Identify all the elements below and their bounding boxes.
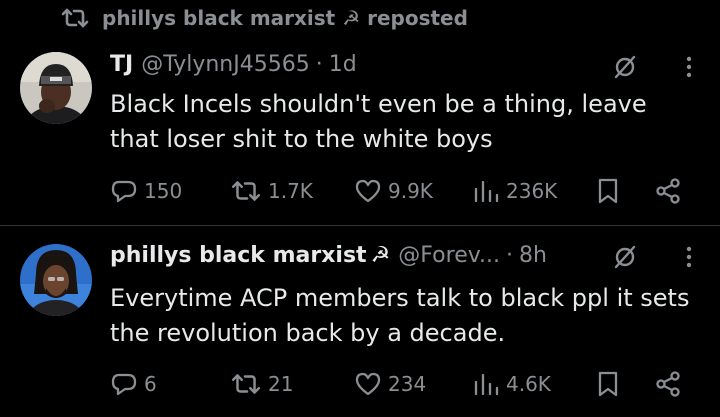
repost-label: phillys black marxist ☭ reposted	[102, 6, 468, 30]
repost-button[interactable]: 21	[230, 369, 293, 399]
separator-dot: ·	[506, 243, 514, 268]
author-name[interactable]: phillys black marxist	[110, 243, 367, 268]
repost-button[interactable]: 1.7K	[230, 176, 313, 206]
bookmark-icon	[596, 370, 620, 398]
views-count: 236K	[506, 179, 558, 203]
reply-count: 150	[144, 179, 183, 203]
avatar[interactable]	[20, 52, 92, 124]
grok-icon[interactable]	[612, 244, 638, 270]
more-options-icon[interactable]	[684, 244, 694, 270]
bookmark-button[interactable]	[596, 176, 620, 206]
like-count: 9.9K	[388, 179, 433, 203]
reply-button[interactable]: 6	[110, 369, 157, 399]
like-button[interactable]: 9.9K	[354, 176, 433, 206]
heart-icon	[354, 178, 382, 204]
share-button[interactable]	[654, 176, 682, 206]
post-text: Black Incels shouldn't even be a thing, …	[110, 90, 647, 153]
reply-count: 6	[144, 372, 157, 396]
author-handle[interactable]: @Forev...	[398, 243, 500, 268]
post-timestamp[interactable]: 8h	[519, 243, 547, 268]
views-chart-icon	[472, 372, 500, 396]
repost-indicator: phillys black marxist ☭ reposted	[60, 4, 468, 32]
repost-icon	[230, 179, 262, 203]
author-handle[interactable]: @TylynnJ45565	[141, 52, 310, 77]
post[interactable]: TJ @TylynnJ45565 · 1d Black Incels shoul…	[0, 40, 720, 225]
grok-icon[interactable]	[612, 54, 638, 80]
action-bar: 6 21 234 4.6K	[110, 369, 690, 399]
like-count: 234	[388, 372, 427, 396]
post-text: Everytime ACP members talk to black ppl …	[110, 284, 690, 347]
reply-button[interactable]: 150	[110, 176, 182, 206]
action-bar: 150 1.7K 9.9K 236K	[110, 176, 690, 206]
share-button[interactable]	[654, 369, 682, 399]
share-icon	[654, 370, 682, 398]
hammer-sickle-emoji: ☭	[370, 243, 391, 268]
views-button[interactable]: 236K	[472, 176, 557, 206]
post-header: phillys black marxist ☭ @Forev... · 8h	[110, 243, 547, 268]
author-name[interactable]: TJ	[110, 52, 133, 77]
repost-icon	[230, 372, 262, 396]
avatar[interactable]	[20, 244, 92, 316]
views-count: 4.6K	[506, 372, 551, 396]
repost-count: 21	[268, 372, 294, 396]
reply-icon	[110, 371, 138, 397]
share-icon	[654, 177, 682, 205]
repost-count: 1.7K	[268, 179, 313, 203]
views-button[interactable]: 4.6K	[472, 369, 551, 399]
repost-icon	[60, 7, 90, 29]
reply-icon	[110, 178, 138, 204]
post-timestamp[interactable]: 1d	[329, 52, 357, 77]
more-options-icon[interactable]	[684, 54, 694, 80]
post-header: TJ @TylynnJ45565 · 1d	[110, 52, 357, 77]
like-button[interactable]: 234	[354, 369, 426, 399]
post[interactable]: phillys black marxist ☭ @Forev... · 8h E…	[0, 226, 720, 417]
views-chart-icon	[472, 179, 500, 203]
bookmark-button[interactable]	[596, 369, 620, 399]
separator-dot: ·	[315, 52, 323, 77]
heart-icon	[354, 371, 382, 397]
bookmark-icon	[596, 177, 620, 205]
